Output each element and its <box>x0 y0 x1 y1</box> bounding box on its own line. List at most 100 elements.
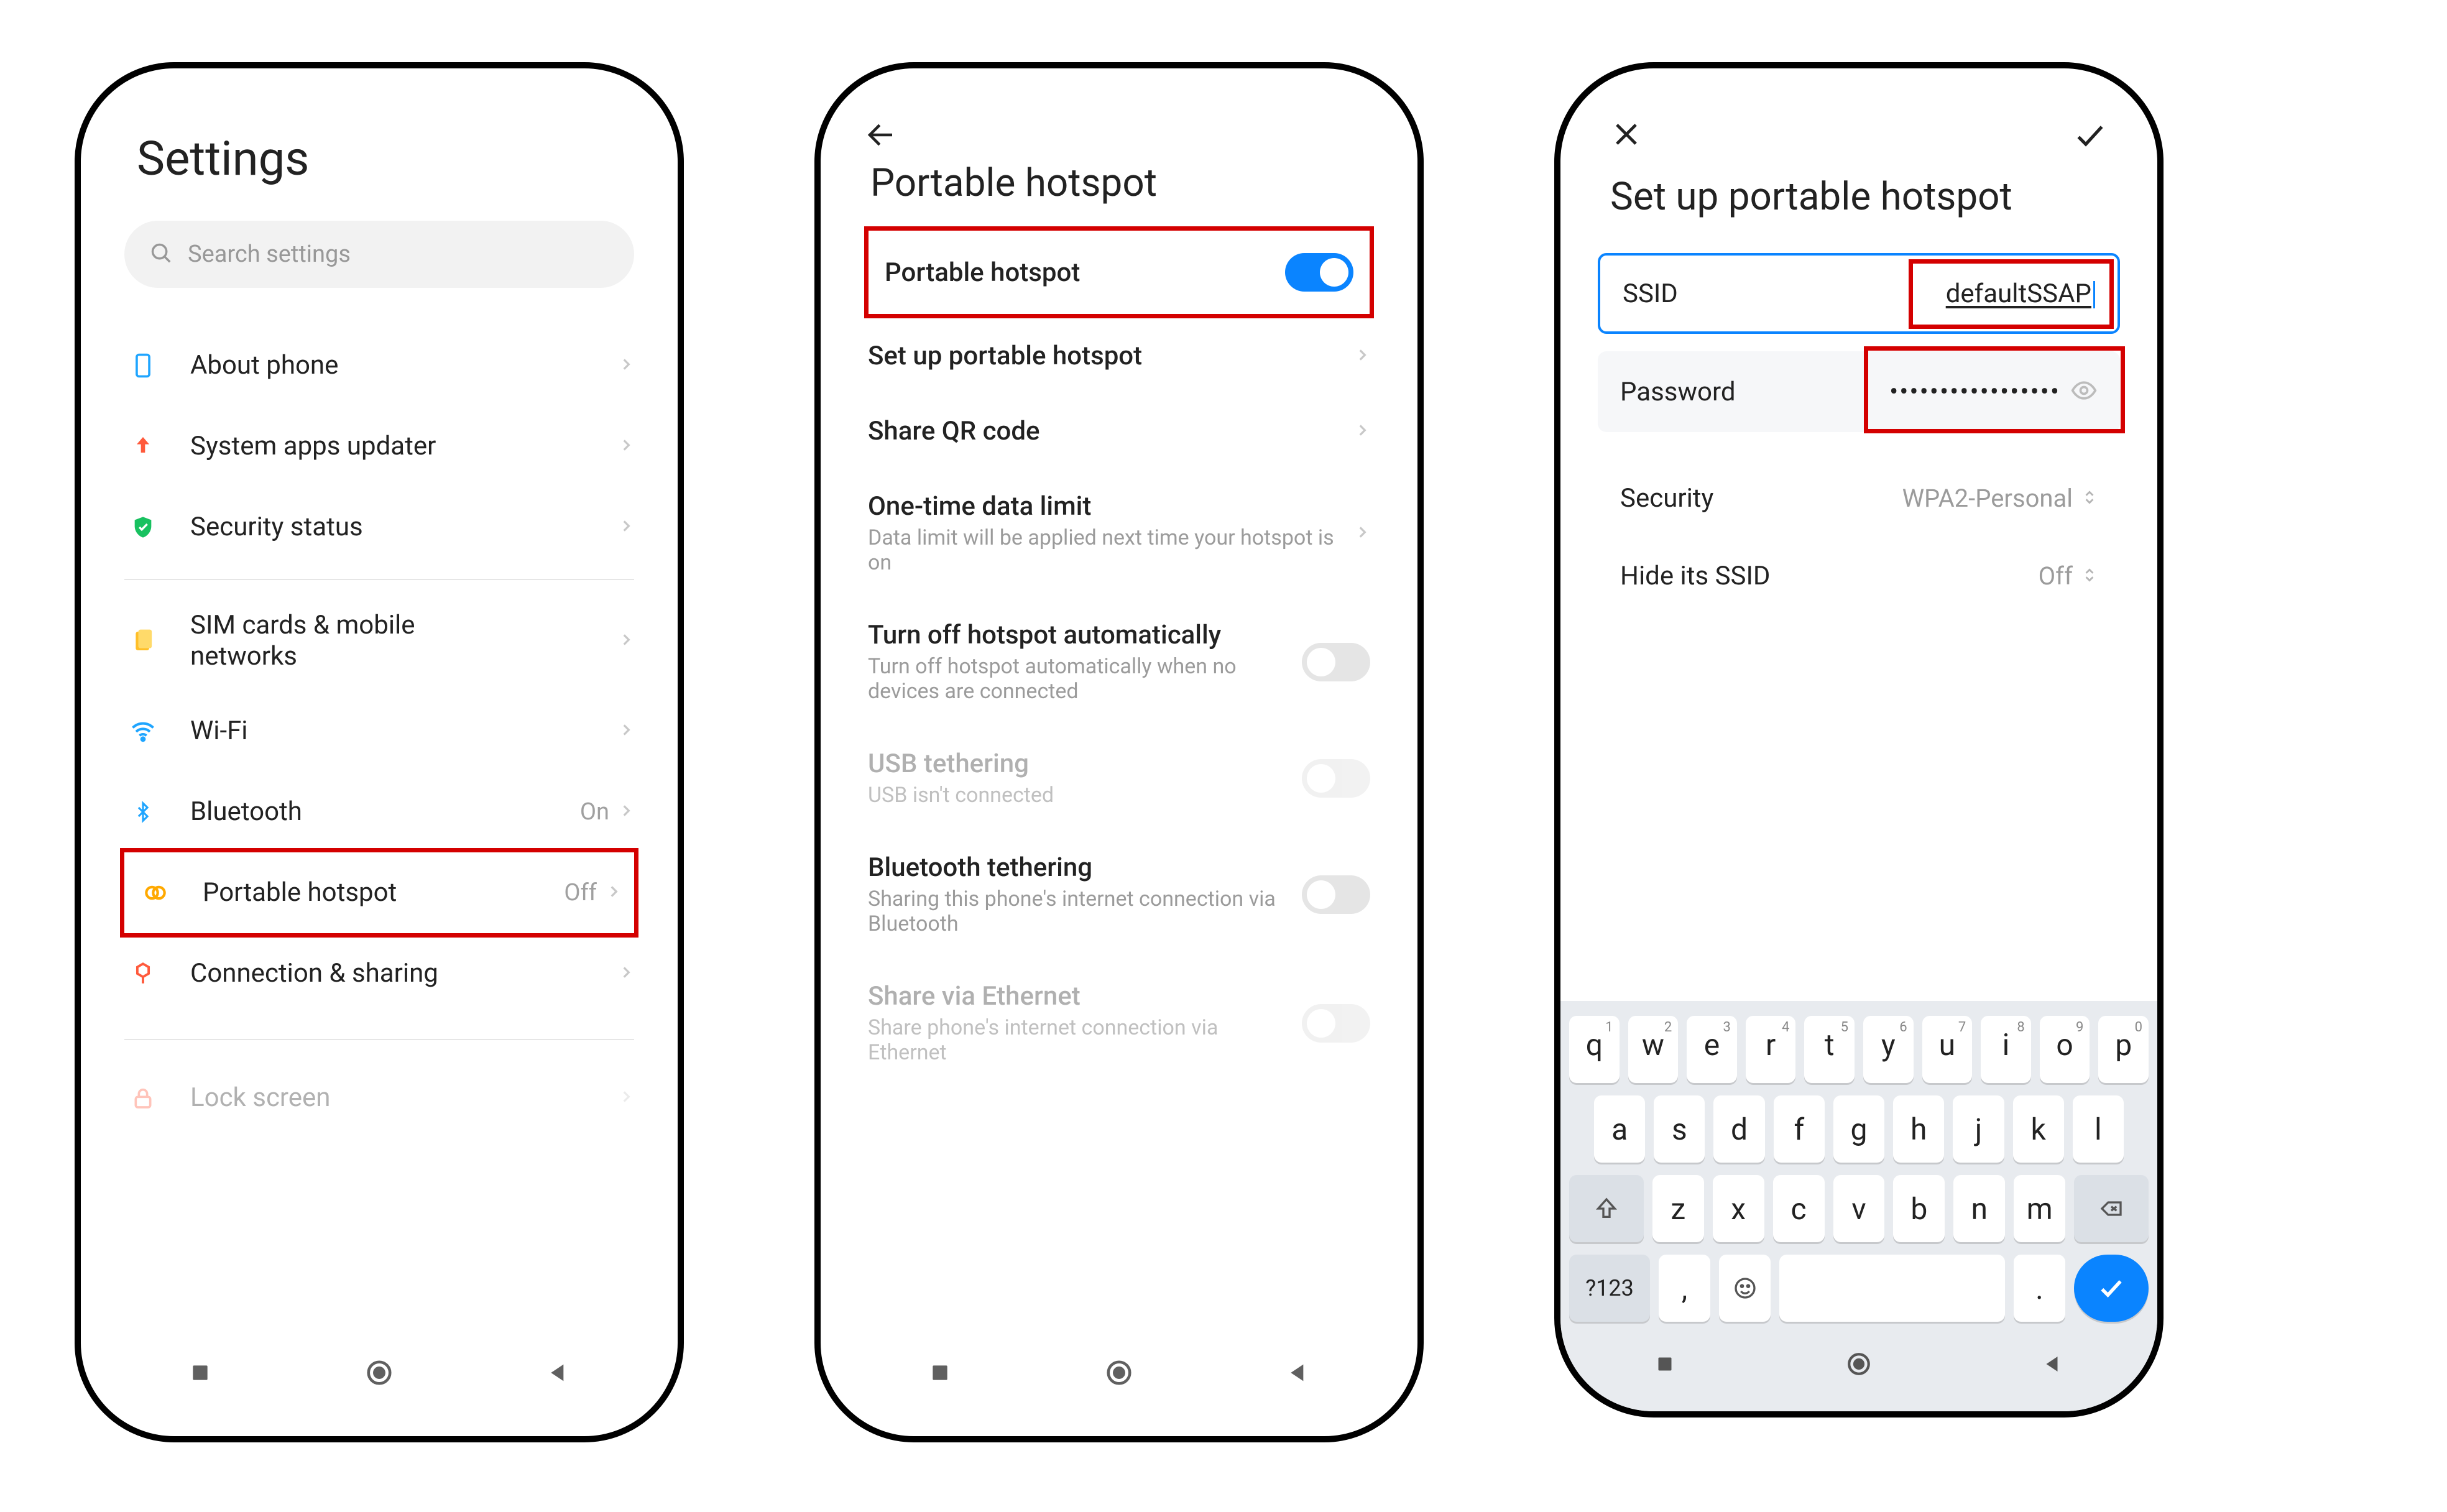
key-s[interactable]: s <box>1654 1095 1705 1163</box>
eye-icon[interactable] <box>2070 377 2098 407</box>
key-d[interactable]: d <box>1713 1095 1764 1163</box>
field-label: Hide its SSID <box>1620 561 2039 591</box>
enter-key[interactable] <box>2074 1255 2149 1322</box>
key-t[interactable]: t5 <box>1804 1016 1855 1083</box>
key-y[interactable]: y6 <box>1863 1016 1914 1083</box>
row-connection-sharing[interactable]: Connection & sharing <box>112 933 647 1014</box>
key-l[interactable]: l <box>2073 1095 2124 1163</box>
hide-ssid-row[interactable]: Hide its SSID Off <box>1598 543 2120 609</box>
comma-key[interactable]: , <box>1659 1255 1710 1322</box>
row-share-qr[interactable]: Share QR code <box>852 394 1386 469</box>
row-one-time-limit[interactable]: One-time data limit Data limit will be a… <box>852 469 1386 597</box>
shift-key[interactable] <box>1569 1175 1644 1242</box>
key-a[interactable]: a <box>1594 1095 1645 1163</box>
key-b[interactable]: b <box>1893 1175 1945 1242</box>
hotspot-toggle[interactable] <box>1285 253 1353 292</box>
row-setup-hotspot[interactable]: Set up portable hotspot <box>852 318 1386 394</box>
key-j[interactable]: j <box>1953 1095 2004 1163</box>
nav-back-icon[interactable] <box>1286 1360 1311 1388</box>
updown-icon <box>2081 487 2098 510</box>
hotspot-toggle-highlight: Portable hotspot <box>864 226 1374 318</box>
key-u[interactable]: u7 <box>1922 1016 1973 1083</box>
field-label: SSID <box>1623 279 1678 309</box>
nav-recent-icon[interactable] <box>928 1360 952 1388</box>
portable-hotspot-highlight: Portable hotspot Off <box>120 848 638 938</box>
space-key[interactable] <box>1779 1255 2005 1322</box>
row-sublabel: Sharing this phone's internet connection… <box>868 887 1302 936</box>
row-label: Portable hotspot <box>203 877 564 908</box>
nav-home-icon[interactable] <box>365 1358 394 1390</box>
emoji-key[interactable] <box>1719 1255 1771 1322</box>
row-state: On <box>580 798 609 826</box>
password-value[interactable]: ••••••••••••••••• <box>1889 377 2060 407</box>
row-system-updater[interactable]: System apps updater <box>112 406 647 487</box>
key-r[interactable]: r4 <box>1746 1016 1796 1083</box>
chevron-right-icon <box>618 518 634 537</box>
row-lock-screen-peek[interactable]: Lock screen <box>112 1058 647 1138</box>
symbols-key[interactable]: ?123 <box>1569 1255 1650 1322</box>
chevron-right-icon <box>618 964 634 983</box>
row-bluetooth-tethering[interactable]: Bluetooth tethering Sharing this phone's… <box>852 830 1386 959</box>
nav-back-icon[interactable] <box>546 1360 571 1388</box>
chevron-right-icon <box>618 722 634 740</box>
nav-home-icon[interactable] <box>1846 1351 1872 1380</box>
key-m[interactable]: m <box>2014 1175 2065 1242</box>
row-bluetooth[interactable]: Bluetooth On <box>112 772 647 852</box>
ethernet-toggle <box>1302 1004 1370 1043</box>
key-i[interactable]: i8 <box>1981 1016 2031 1083</box>
key-h[interactable]: h <box>1893 1095 1944 1163</box>
row-label: Lock screen <box>190 1082 618 1113</box>
topbar <box>1592 112 2126 155</box>
security-row[interactable]: Security WPA2-Personal <box>1598 466 2120 531</box>
row-label: Set up portable hotspot <box>868 341 1354 371</box>
nav-recent-icon[interactable] <box>1654 1353 1676 1378</box>
row-wifi[interactable]: Wi-Fi <box>112 691 647 772</box>
key-g[interactable]: g <box>1833 1095 1884 1163</box>
nav-home-icon[interactable] <box>1105 1358 1133 1390</box>
row-sublabel: Share phone's internet connection via Et… <box>868 1015 1302 1065</box>
row-portable-hotspot[interactable]: Portable hotspot Off <box>124 852 634 933</box>
upload-icon <box>124 434 162 459</box>
close-button[interactable] <box>1610 118 1643 155</box>
chevron-right-icon <box>618 632 634 650</box>
back-button[interactable] <box>864 118 1374 154</box>
confirm-button[interactable] <box>2073 118 2108 155</box>
key-n[interactable]: n <box>1953 1175 2005 1242</box>
row-security-status[interactable]: Security status <box>112 487 647 568</box>
key-k[interactable]: k <box>2013 1095 2064 1163</box>
key-x[interactable]: x <box>1713 1175 1764 1242</box>
ssid-value[interactable]: defaultSSAP <box>1946 279 2095 309</box>
key-z[interactable]: z <box>1652 1175 1704 1242</box>
password-field[interactable]: Password ••••••••••••••••• <box>1598 351 2120 432</box>
portable-hotspot-screen: Portable hotspot Portable hotspot Set up… <box>814 62 1424 1442</box>
period-key[interactable]: . <box>2014 1255 2065 1322</box>
lock-icon <box>124 1086 162 1110</box>
bt-tethering-toggle[interactable] <box>1302 875 1370 914</box>
row-hotspot-toggle[interactable]: Portable hotspot <box>869 231 1370 314</box>
row-about-phone[interactable]: About phone <box>112 325 647 406</box>
key-c[interactable]: c <box>1773 1175 1825 1242</box>
hide-ssid-value: Off <box>2039 561 2073 591</box>
row-auto-off[interactable]: Turn off hotspot automatically Turn off … <box>852 597 1386 726</box>
chevron-right-icon <box>1354 524 1370 543</box>
key-v[interactable]: v <box>1833 1175 1885 1242</box>
key-w[interactable]: w2 <box>1628 1016 1679 1083</box>
search-input[interactable]: Search settings <box>124 221 634 288</box>
nav-back-icon[interactable] <box>2042 1353 2064 1378</box>
auto-off-toggle[interactable] <box>1302 643 1370 681</box>
updown-icon <box>2081 565 2098 588</box>
key-e[interactable]: e3 <box>1687 1016 1737 1083</box>
nav-recent-icon[interactable] <box>188 1360 213 1388</box>
row-label: USB tethering <box>868 749 1302 779</box>
sim-icon <box>124 627 162 655</box>
chevron-right-icon <box>618 437 634 456</box>
key-o[interactable]: o9 <box>2040 1016 2090 1083</box>
android-navbar <box>852 1337 1386 1411</box>
key-q[interactable]: q1 <box>1569 1016 1620 1083</box>
row-sim-cards[interactable]: SIM cards & mobile networks <box>112 591 647 691</box>
key-p[interactable]: p0 <box>2098 1016 2149 1083</box>
key-f[interactable]: f <box>1774 1095 1825 1163</box>
backspace-key[interactable] <box>2074 1175 2149 1242</box>
ssid-field[interactable]: SSID defaultSSAP <box>1598 253 2120 334</box>
row-label: Portable hotspot <box>885 257 1285 288</box>
